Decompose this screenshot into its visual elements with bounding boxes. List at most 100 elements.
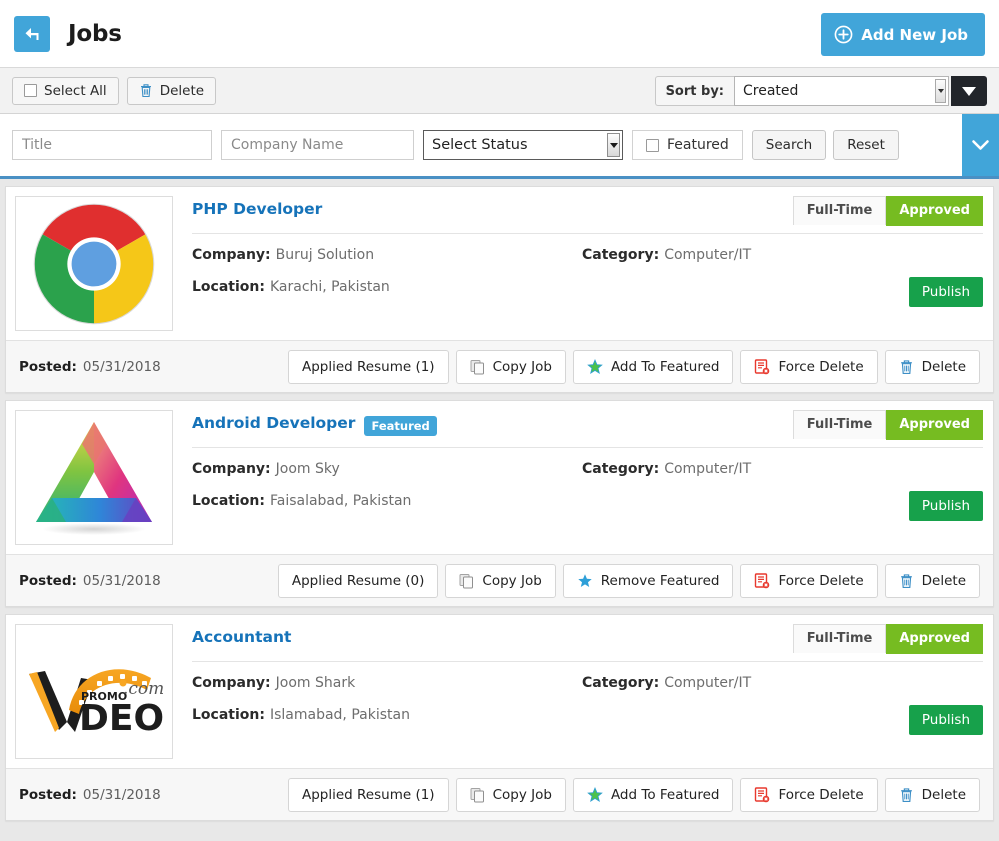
search-company-input[interactable] [221,130,414,160]
jobs-page: Jobs Add New Job Select All Delete Sort … [0,0,999,841]
list-toolbar: Select All Delete Sort by: Created [0,68,999,114]
add-to-featured-button[interactable]: Add To Featured [572,349,734,384]
job-title-link[interactable]: Accountant [192,624,291,650]
job-type-badge: Full-Time [792,410,887,439]
category-row: Category: Computer/IT [582,461,983,477]
job-badges: Full-Time Approved [792,410,983,440]
applied-resume-button[interactable]: Applied Resume (1) [287,349,449,384]
bulk-delete-button[interactable]: Delete [126,76,217,105]
page-header: Jobs Add New Job [0,0,999,68]
posted-label: Posted: [19,786,77,803]
job-meta: Company: Joom Sky Location: Faisalabad, Pak… [192,448,983,545]
category-label: Category: [582,675,660,691]
job-meta-right: Category: Computer/IT Publish [582,675,983,759]
action-label: Applied Resume (0) [291,572,425,589]
posted-label: Posted: [19,572,77,589]
job-title-row: PHP Developer Full-Time Approved [192,196,983,234]
delete-button[interactable]: Delete [884,777,980,812]
publish-button[interactable]: Publish [908,277,983,307]
trash-icon [139,83,153,98]
job-meta: Company: Buruj Solution Location: Karachi, … [192,234,983,331]
job-meta-right: Category: Computer/IT Publish [582,461,983,545]
location-value: Faisalabad, Pakistan [269,493,412,509]
company-row: Company: Joom Sky [192,461,582,477]
featured-filter[interactable]: Featured [632,130,743,160]
location-value: Karachi, Pakistan [269,279,390,295]
status-select[interactable]: Select Status [423,130,623,160]
sort-direction-button[interactable] [951,76,987,106]
svg-text:.com: .com [123,679,164,699]
force-delete-button[interactable]: Force Delete [740,563,878,598]
status-select-wrapper: Select Status [423,130,623,160]
action-label: Delete [921,786,966,803]
featured-checkbox[interactable] [646,138,659,152]
trash-icon [899,359,914,375]
sort-by-label: Sort by: [654,76,734,106]
job-type-badge: Full-Time [792,624,887,653]
star-outline-icon [587,358,603,375]
copy-job-button[interactable]: Copy Job [455,777,566,812]
category-row: Category: Computer/IT [582,247,983,263]
sort-select-wrapper: Created [734,76,949,106]
force-delete-icon [754,572,770,589]
copy-job-button[interactable]: Copy Job [445,563,556,598]
action-label: Add To Featured [610,358,720,375]
job-card: Android Developer Featured Full-Time Approv… [5,400,994,607]
job-meta-left: Company: Joom Sky Location: Faisalabad, Pak… [192,461,582,545]
search-button[interactable]: Search [751,130,827,160]
posted-date: 05/31/2018 [82,572,161,589]
svg-text:DEO: DEO [79,698,164,739]
job-meta: Company: Joom Shark Location: Islamabad, Pa… [192,662,983,759]
location-value: Islamabad, Pakistan [269,707,410,723]
select-all-checkbox[interactable] [24,84,37,97]
posted-label: Posted: [19,358,77,375]
force-delete-icon [754,358,770,375]
force-delete-icon [754,786,770,803]
add-new-job-label: Add New Job [861,25,968,44]
search-title-input[interactable] [12,130,212,160]
copy-job-button[interactable]: Copy Job [455,349,566,384]
job-card: PROMO .com DEO Accountant Full-Time Approv… [5,614,994,821]
force-delete-button[interactable]: Force Delete [740,777,878,812]
action-label: Remove Featured [600,572,720,589]
job-details: Accountant Full-Time Approved Company: Joom … [173,624,983,759]
add-to-featured-button[interactable]: Add To Featured [572,777,734,812]
category-row: Category: Computer/IT [582,675,983,691]
page-title: Jobs [68,20,122,47]
copy-icon [459,573,474,589]
applied-resume-button[interactable]: Applied Resume (0) [277,563,439,598]
action-label: Force Delete [778,358,864,375]
action-label: Applied Resume (1) [301,358,435,375]
action-label: Delete [921,572,966,589]
job-card: PHP Developer Full-Time Approved Company: Bu… [5,186,994,393]
job-status-badge: Approved [886,410,983,440]
filter-toggle-button[interactable] [962,114,999,176]
select-all-button[interactable]: Select All [12,76,119,105]
category-value: Computer/IT [664,461,752,477]
star-solid-icon [577,573,593,589]
location-label: Location: [192,279,265,295]
job-title-link[interactable]: Android Developer [192,410,355,436]
company-logo [15,196,173,331]
trash-icon [899,573,914,589]
sort-select[interactable]: Created [734,76,949,106]
publish-button[interactable]: Publish [908,491,983,521]
copy-icon [470,787,485,803]
company-value: Joom Sky [275,461,340,477]
company-value: Buruj Solution [275,247,375,263]
add-new-job-button[interactable]: Add New Job [821,13,985,56]
publish-button[interactable]: Publish [908,705,983,735]
delete-button[interactable]: Delete [884,563,980,598]
job-title-link[interactable]: PHP Developer [192,196,322,222]
job-action-buttons: Applied Resume (1) Copy Job Add To Feature… [287,349,980,384]
location-row: Location: Faisalabad, Pakistan [192,493,582,509]
delete-button[interactable]: Delete [884,349,980,384]
remove-featured-button[interactable]: Remove Featured [562,563,734,598]
applied-resume-button[interactable]: Applied Resume (1) [287,777,449,812]
location-label: Location: [192,707,265,723]
job-status-badge: Approved [886,196,983,226]
force-delete-button[interactable]: Force Delete [740,349,878,384]
category-value: Computer/IT [664,675,752,691]
reset-button[interactable]: Reset [833,130,899,160]
back-arrow-icon[interactable] [14,15,50,52]
